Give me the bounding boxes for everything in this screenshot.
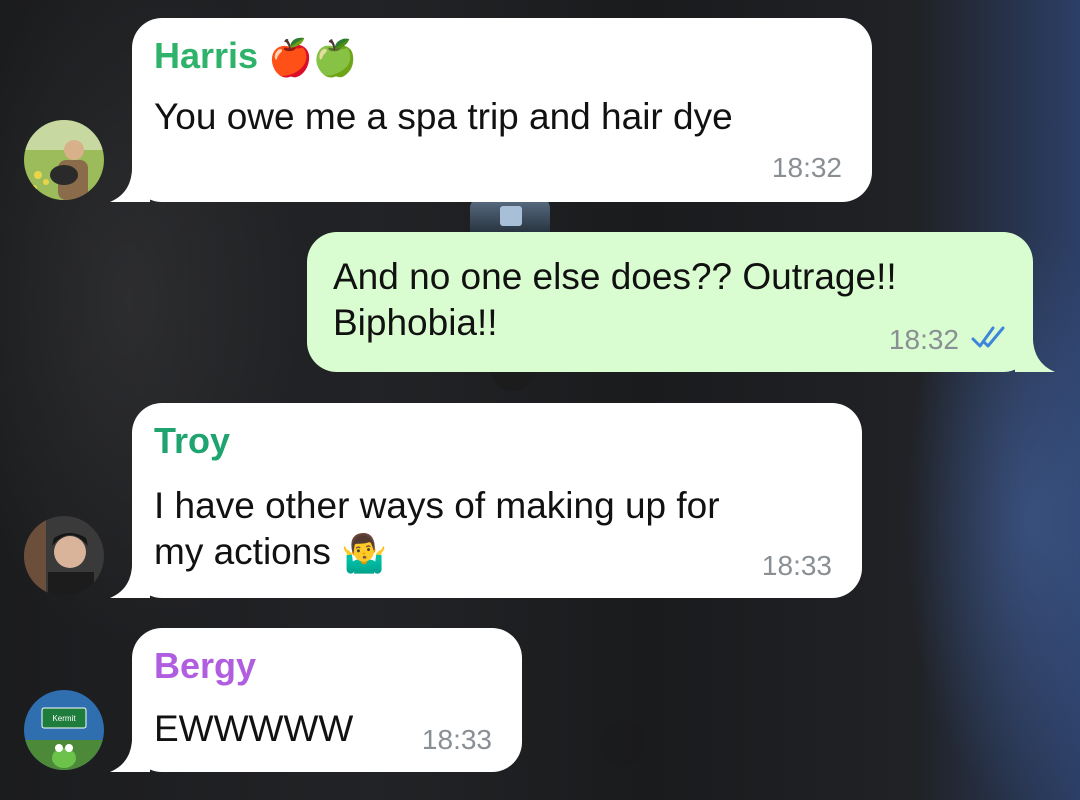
- sender-name[interactable]: Harris 🍎🍏: [154, 36, 850, 78]
- message-bubble-troy[interactable]: Troy I have other ways of making up for …: [132, 403, 862, 598]
- apple-emoji: 🍎🍏: [268, 37, 358, 79]
- message-text-line-2: my actions 🤷‍♂️: [154, 529, 840, 577]
- sender-name[interactable]: Bergy: [154, 646, 500, 686]
- sender-name-text: Harris: [154, 35, 259, 76]
- message-text-line: I have other ways of making up for: [154, 485, 720, 526]
- message-bubble-outgoing[interactable]: And no one else does?? Outrage!! Biphobi…: [307, 232, 1033, 372]
- message-time: 18:33: [761, 550, 832, 581]
- shrug-emoji: 🤷‍♂️: [341, 533, 388, 575]
- message-bubble-harris[interactable]: Harris 🍎🍏 You owe me a spa trip and hair…: [132, 18, 872, 202]
- message-text-fragment: my actions: [154, 531, 331, 572]
- message-text: You owe me a spa trip and hair dye: [154, 96, 733, 138]
- avatar-troy[interactable]: [24, 516, 104, 596]
- avatar-harris[interactable]: [24, 120, 104, 200]
- avatar-bergy[interactable]: Kermit: [24, 690, 104, 770]
- message-time: 18:33: [421, 724, 492, 755]
- message-text-line: And no one else does?? Outrage!!: [333, 256, 897, 297]
- message-time: 18:32: [771, 152, 842, 183]
- svg-text:Kermit: Kermit: [52, 714, 76, 723]
- message-bubble-bergy[interactable]: Bergy EWWWWW 18:33: [132, 628, 522, 772]
- sender-name[interactable]: Troy: [154, 421, 840, 461]
- background-button: [600, 720, 646, 766]
- message-time: 18:32: [888, 324, 959, 355]
- double-check-icon: [969, 323, 1009, 358]
